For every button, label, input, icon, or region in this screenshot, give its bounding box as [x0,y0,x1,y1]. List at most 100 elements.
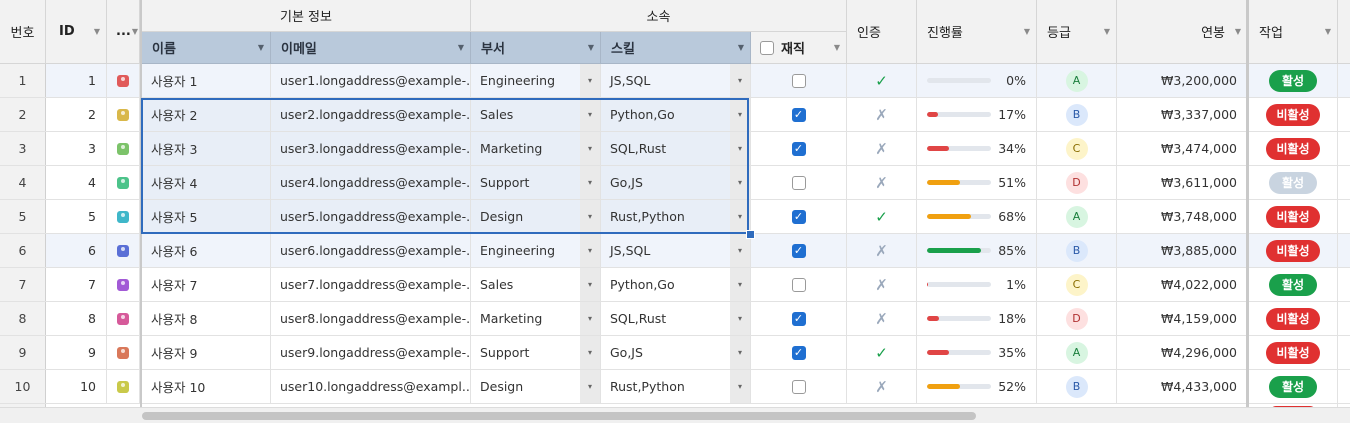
cell-skill-select[interactable]: Go,JS ▾ [601,336,751,369]
dropdown-arrow-icon[interactable]: ▾ [730,200,750,233]
cell-name[interactable]: 사용자 6 [142,234,271,267]
dropdown-arrow-icon[interactable]: ▾ [580,200,600,233]
cell-salary[interactable]: ₩3,885,000 [1117,234,1248,267]
dropdown-arrow-icon[interactable]: ▾ [580,132,600,165]
dropdown-arrow-icon[interactable]: ▾ [580,166,600,199]
sort-caret-icon[interactable]: ▼ [828,43,846,52]
table-row[interactable]: 10 10 사용자 10 user10.longaddress@exampl... De… [0,370,1350,404]
status-button[interactable]: 활성 [1269,171,1317,194]
sort-caret-icon[interactable]: ▼ [88,27,106,36]
cell-email[interactable]: user5.longaddress@example-... [271,200,471,233]
cell-id[interactable]: 8 [46,302,107,335]
cell-email[interactable]: user9.longaddress@example-... [271,336,471,369]
dropdown-arrow-icon[interactable]: ▾ [580,64,600,97]
cell-email[interactable]: user7.longaddress@example-... [271,268,471,301]
sort-caret-icon[interactable]: ▼ [1018,27,1036,36]
dropdown-arrow-icon[interactable]: ▾ [580,234,600,267]
dropdown-arrow-icon[interactable]: ▾ [580,268,600,301]
cell-id[interactable]: 6 [46,234,107,267]
cell-id[interactable]: 7 [46,268,107,301]
cell-name[interactable]: 사용자 1 [142,64,271,97]
status-button[interactable]: 비활성 [1266,239,1320,262]
status-button[interactable]: 활성 [1269,273,1317,296]
cell-email[interactable]: user3.longaddress@example-... [271,132,471,165]
cell-id[interactable]: 3 [46,132,107,165]
cell-name[interactable]: 사용자 2 [142,98,271,131]
header-more[interactable]: ... ▼ [107,0,140,64]
cell-id[interactable]: 2 [46,98,107,131]
employed-checkbox[interactable]: ✓ [791,243,806,258]
cell-skill-select[interactable]: JS,SQL ▾ [601,234,751,267]
dropdown-arrow-icon[interactable]: ▾ [730,336,750,369]
header-email[interactable]: 이메일 ▼ [271,32,471,64]
cell-name[interactable]: 사용자 10 [142,370,271,403]
cell-name[interactable]: 사용자 3 [142,132,271,165]
cell-dept-select[interactable]: Marketing ▾ [471,132,601,165]
table-row[interactable]: 1 1 사용자 1 user1.longaddress@example-... Engi… [0,64,1350,98]
dropdown-arrow-icon[interactable]: ▾ [730,302,750,335]
dropdown-arrow-icon[interactable]: ▾ [730,166,750,199]
cell-email[interactable]: user1.longaddress@example-... [271,64,471,97]
table-row[interactable]: 6 6 사용자 6 user6.longaddress@example-... Engi… [0,234,1350,268]
cell-email[interactable]: user2.longaddress@example-... [271,98,471,131]
employed-checkbox[interactable] [791,175,806,190]
cell-email[interactable]: user4.longaddress@example-... [271,166,471,199]
cell-email[interactable]: user6.longaddress@example-... [271,234,471,267]
cell-dept-select[interactable]: Engineering ▾ [471,234,601,267]
cell-email[interactable]: user8.longaddress@example-... [271,302,471,335]
employed-checkbox[interactable] [791,73,806,88]
table-row[interactable]: 3 3 사용자 3 user3.longaddress@example-... Mark… [0,132,1350,166]
dropdown-arrow-icon[interactable]: ▾ [730,64,750,97]
header-auth[interactable]: 인증 [847,0,917,64]
cell-salary[interactable]: ₩3,611,000 [1117,166,1248,199]
cell-salary[interactable]: ₩4,022,000 [1117,268,1248,301]
cell-name[interactable]: 사용자 5 [142,200,271,233]
header-name[interactable]: 이름 ▼ [142,32,271,64]
cell-skill-select[interactable]: Go,JS ▾ [601,166,751,199]
header-action[interactable]: 작업 ▼ [1249,0,1338,64]
dropdown-arrow-icon[interactable]: ▾ [730,268,750,301]
sort-caret-icon[interactable]: ▼ [252,43,270,52]
header-rownum[interactable]: 번호 [0,0,46,64]
status-button[interactable]: 비활성 [1266,341,1320,364]
header-skill[interactable]: 스킬 ▼ [601,32,751,64]
cell-salary[interactable]: ₩3,337,000 [1117,98,1248,131]
table-row[interactable]: 9 9 사용자 9 user9.longaddress@example-... Supp… [0,336,1350,370]
cell-dept-select[interactable]: Design ▾ [471,370,601,403]
cell-dept-select[interactable]: Sales ▾ [471,268,601,301]
cell-name[interactable]: 사용자 8 [142,302,271,335]
cell-dept-select[interactable]: Marketing ▾ [471,302,601,335]
employed-checkbox[interactable]: ✓ [791,107,806,122]
status-button[interactable]: 비활성 [1266,205,1320,228]
header-progress[interactable]: 진행률 ▼ [917,0,1037,64]
cell-salary[interactable]: ₩3,748,000 [1117,200,1248,233]
cell-skill-select[interactable]: Python,Go ▾ [601,98,751,131]
table-row[interactable]: 8 8 사용자 8 user8.longaddress@example-... Mark… [0,302,1350,336]
table-row[interactable]: 4 4 사용자 4 user4.longaddress@example-... Supp… [0,166,1350,200]
table-row[interactable]: 5 5 사용자 5 user5.longaddress@example-... Desi… [0,200,1350,234]
cell-skill-select[interactable]: SQL,Rust ▾ [601,302,751,335]
cell-id[interactable]: 5 [46,200,107,233]
cell-salary[interactable]: ₩4,296,000 [1117,336,1248,369]
status-button[interactable]: 비활성 [1266,137,1320,160]
header-id[interactable]: ID ▼ [46,0,107,64]
cell-id[interactable]: 9 [46,336,107,369]
employed-checkbox[interactable]: ✓ [791,141,806,156]
dropdown-arrow-icon[interactable]: ▾ [580,370,600,403]
sort-caret-icon[interactable]: ▼ [582,43,600,52]
horizontal-scrollbar[interactable] [0,407,1350,423]
cell-id[interactable]: 4 [46,166,107,199]
status-button[interactable]: 비활성 [1266,307,1320,330]
dropdown-arrow-icon[interactable]: ▾ [730,98,750,131]
dropdown-arrow-icon[interactable]: ▾ [730,132,750,165]
dropdown-arrow-icon[interactable]: ▾ [730,370,750,403]
cell-id[interactable]: 10 [46,370,107,403]
dropdown-arrow-icon[interactable]: ▾ [580,302,600,335]
dropdown-arrow-icon[interactable]: ▾ [580,98,600,131]
cell-dept-select[interactable]: Support ▾ [471,336,601,369]
status-button[interactable]: 활성 [1269,69,1317,92]
cell-name[interactable]: 사용자 7 [142,268,271,301]
cell-email[interactable]: user10.longaddress@exampl... [271,370,471,403]
sort-caret-icon[interactable]: ▼ [1229,27,1247,36]
cell-skill-select[interactable]: JS,SQL ▾ [601,64,751,97]
